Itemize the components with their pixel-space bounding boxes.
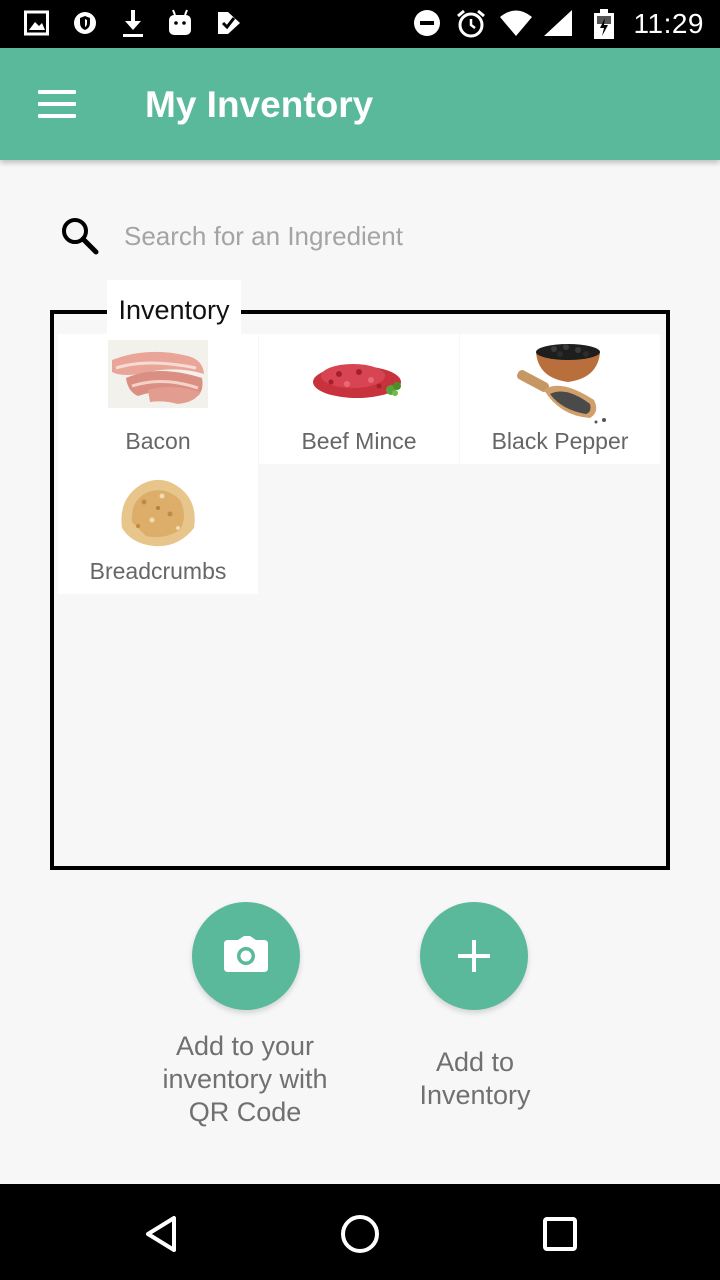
scan-qr-button[interactable] — [192, 902, 300, 1010]
beef-mince-image — [313, 364, 401, 398]
inventory-item-breadcrumbs[interactable]: Breadcrumbs — [58, 464, 258, 594]
home-icon[interactable] — [328, 1202, 392, 1266]
app-icon — [218, 12, 240, 34]
inventory-item-black-pepper[interactable]: Black Pepper — [460, 334, 660, 464]
status-time: 11:29 — [633, 8, 704, 39]
page-title: My Inventory — [145, 84, 374, 125]
battery-icon — [594, 9, 614, 39]
inventory-panel: Bacon Beef Mince Black Pepper Breadcrumb… — [50, 310, 670, 870]
scan-qr-label: Add to your inventory with QR Code — [162, 1031, 328, 1127]
inventory-item-bacon[interactable]: Bacon — [58, 334, 258, 464]
item-label: Black Pepper — [491, 428, 629, 454]
signal-icon — [544, 10, 572, 36]
menu-icon — [38, 90, 76, 94]
search-input[interactable] — [124, 214, 664, 258]
android-icon — [169, 9, 191, 35]
add-to-inventory-button[interactable] — [420, 902, 528, 1010]
do-not-disturb-icon — [414, 10, 440, 36]
recents-icon[interactable] — [528, 1202, 592, 1266]
back-icon[interactable] — [128, 1202, 192, 1266]
add-to-inventory-label: Add to Inventory — [419, 1047, 531, 1110]
inventory-item-beef-mince[interactable]: Beef Mince — [259, 334, 459, 464]
app-bar: My Inventory — [0, 48, 720, 160]
alarm-icon — [457, 9, 485, 38]
plus-icon — [458, 940, 490, 972]
search-bar — [40, 200, 680, 272]
camera-icon — [224, 936, 268, 972]
bacon-image — [108, 338, 208, 408]
item-label: Beef Mince — [301, 428, 417, 454]
wifi-icon — [500, 10, 532, 36]
breadcrumbs-image — [121, 479, 195, 547]
navigation-bar — [0, 1184, 720, 1280]
item-label: Bacon — [125, 428, 191, 454]
search-icon[interactable] — [58, 214, 102, 258]
status-bar: 11:29 — [0, 0, 720, 48]
black-pepper-image — [517, 344, 606, 424]
item-label: Breadcrumbs — [89, 558, 227, 584]
shield-icon — [74, 12, 96, 34]
image-icon — [24, 10, 49, 36]
download-icon — [123, 10, 143, 37]
menu-button[interactable] — [24, 78, 88, 130]
inventory-legend: Inventory — [107, 280, 241, 340]
